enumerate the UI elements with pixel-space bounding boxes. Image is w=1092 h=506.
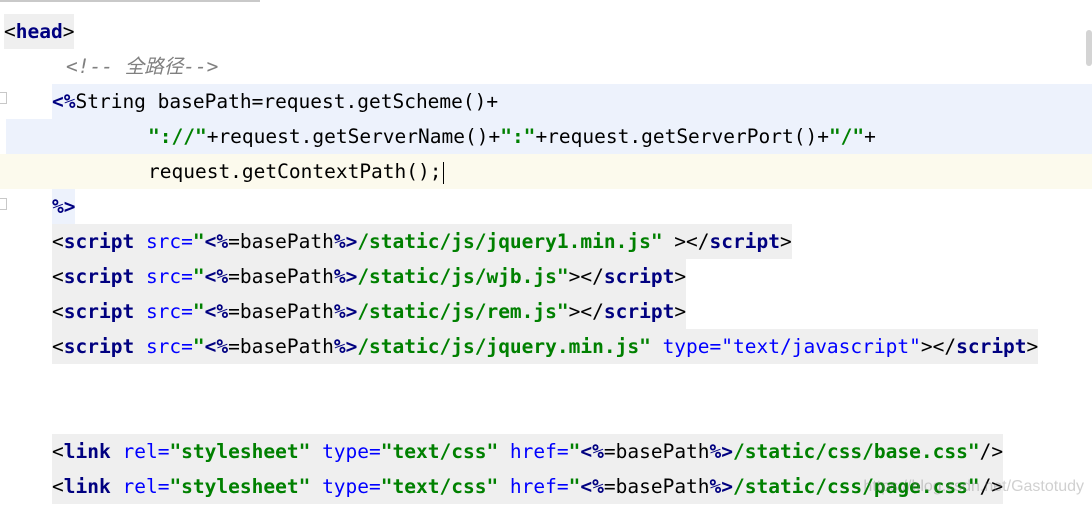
jsp-expression: =basePath (603, 475, 710, 498)
script-tag: script (63, 300, 135, 323)
string-literal: "://" (148, 125, 207, 148)
editor-top-border (0, 0, 260, 2)
jsp-open-delimiter: <% (52, 90, 76, 113)
attr-name: src (134, 300, 182, 323)
script-close-tag: script (603, 300, 675, 323)
src-path: /static/js/jquery.min.js (357, 335, 640, 358)
jsp-expression: =basePath (603, 440, 710, 463)
attr-name: rel (110, 475, 158, 498)
jsp-expression: =basePath (228, 265, 334, 288)
attr-name: type (310, 475, 370, 498)
attr-name: type (310, 440, 370, 463)
html-comment: <!-- 全路径--> (66, 55, 219, 78)
jsp-close-delimiter: %> (709, 440, 734, 463)
jsp-close-delimiter: %> (333, 335, 358, 358)
code-line-link-1[interactable]: <link rel="stylesheet" type="text/css" h… (52, 434, 1004, 469)
script-close-tag: script (603, 265, 675, 288)
src-path: /static/js/wjb.js (357, 265, 557, 288)
rel-value: "stylesheet" (169, 475, 311, 498)
type-value: "text/css" (380, 440, 499, 463)
fold-marker-icon[interactable] (0, 198, 7, 210)
jsp-open-delimiter: <% (204, 300, 229, 323)
jsp-close-delimiter: %> (333, 300, 358, 323)
type-value: "text/css" (380, 475, 499, 498)
code-line-script-4[interactable]: <script src="<%=basePath%>/static/js/jqu… (52, 329, 1039, 364)
jsp-expression: request.getContextPath(); (148, 160, 442, 183)
code-line-jsp-1[interactable]: <%String basePath=request.getScheme()+ (52, 84, 1092, 119)
text-cursor (442, 161, 444, 184)
href-path: /static/css/base.css (733, 440, 968, 463)
jsp-open-delimiter: <% (204, 335, 229, 358)
attr-name: src (134, 230, 182, 253)
jsp-expression: +request.getServerName()+ (206, 125, 501, 148)
script-tag: script (63, 230, 135, 253)
code-line-script-1[interactable]: <script src="<%=basePath%>/static/js/jqu… (52, 224, 792, 259)
fold-marker-icon[interactable] (0, 92, 7, 104)
jsp-close-delimiter: %> (333, 230, 358, 253)
code-line-head[interactable]: <head> (4, 14, 75, 49)
jsp-expression: +request.getServerPort()+ (535, 125, 829, 148)
script-close-tag: script (709, 230, 780, 253)
attr-name: src (134, 335, 182, 358)
tag-bracket: < (4, 20, 16, 43)
attr-name: src (134, 265, 182, 288)
code-line-script-2[interactable]: <script src="<%=basePath%>/static/js/wjb… (52, 259, 687, 294)
jsp-close-delimiter: %> (333, 265, 358, 288)
code-line-jsp-close[interactable]: %> (52, 189, 76, 224)
src-path: /static/js/jquery1.min.js (357, 230, 651, 253)
script-tag: script (63, 265, 135, 288)
jsp-expression: =basePath (228, 335, 334, 358)
rel-value: "stylesheet" (169, 440, 311, 463)
link-tag: link (63, 475, 111, 498)
jsp-expression: =basePath (228, 230, 334, 253)
jsp-open-delimiter: <% (580, 440, 604, 463)
src-path: /static/js/rem.js (357, 300, 557, 323)
code-line-comment[interactable]: <!-- 全路径--> (66, 49, 218, 84)
attr-name: rel (110, 440, 158, 463)
attr-name: href (498, 440, 557, 463)
jsp-close-delimiter: %> (52, 195, 76, 218)
attr-name: href (498, 475, 557, 498)
jsp-statement: String basePath=request.getScheme()+ (75, 90, 499, 113)
string-literal: ":" (500, 125, 536, 148)
code-line-jsp-3-current[interactable]: request.getContextPath(); (0, 154, 1092, 189)
head-tag: head (15, 20, 63, 43)
jsp-expression: =basePath (228, 300, 334, 323)
string-literal: "/" (828, 125, 865, 148)
code-line-script-3[interactable]: <script src="<%=basePath%>/static/js/rem… (52, 294, 687, 329)
jsp-open-delimiter: <% (204, 265, 229, 288)
jsp-open-delimiter: <% (580, 475, 604, 498)
script-close-tag: script (956, 335, 1027, 358)
vertical-scrollbar[interactable] (1086, 30, 1092, 66)
jsp-expression: + (864, 125, 876, 148)
link-tag: link (63, 440, 111, 463)
jsp-close-delimiter: %> (709, 475, 734, 498)
type-attribute: type="text/javascript" (650, 335, 921, 358)
jsp-open-delimiter: <% (204, 230, 229, 253)
code-line-jsp-2[interactable]: "://"+request.getServerName()+":"+reques… (6, 119, 1092, 154)
script-tag: script (63, 335, 135, 358)
tag-bracket: > (62, 20, 75, 43)
watermark: https://blog.csdn.net/Gastotudy (863, 478, 1084, 495)
code-line-link-2[interactable]: <link rel="stylesheet" type="text/css" h… (52, 469, 1004, 504)
